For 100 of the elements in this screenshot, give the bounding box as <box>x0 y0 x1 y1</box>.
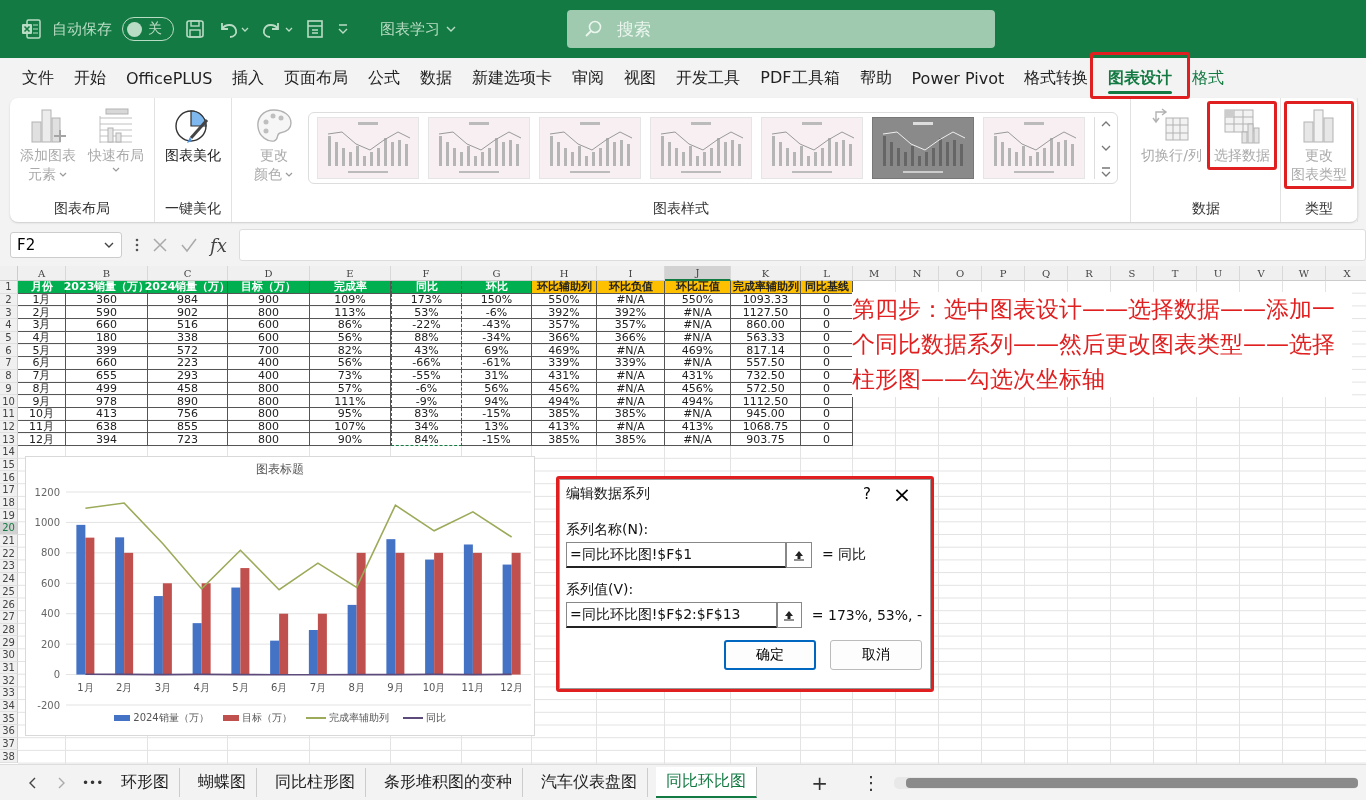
name-box[interactable]: F2 <box>10 232 122 258</box>
sheet-tab[interactable]: 条形堆积图的变种 <box>374 768 524 797</box>
ribbon-tab[interactable]: Power Pivot <box>901 62 1015 94</box>
input-field[interactable]: =同比环比图!$F$2:$F$13 <box>566 602 777 628</box>
ribbon-tab[interactable]: OfficePLUS <box>116 62 223 94</box>
ribbon-button[interactable]: 图表美化 <box>161 104 225 167</box>
column-letter[interactable]: H <box>532 266 597 281</box>
row-number[interactable]: 29 <box>0 636 18 649</box>
bar[interactable] <box>153 596 163 675</box>
dialog-button[interactable]: 确定 <box>724 640 816 670</box>
bar[interactable] <box>270 640 280 675</box>
row-number[interactable]: 16 <box>0 471 18 484</box>
row-number[interactable]: 4 <box>0 319 18 332</box>
row-number[interactable]: 32 <box>0 674 18 687</box>
bar[interactable] <box>395 552 405 675</box>
column-letter[interactable]: K <box>731 266 801 281</box>
column-letter[interactable]: M <box>853 266 896 281</box>
help-button[interactable]: ? <box>852 485 882 503</box>
row-number[interactable]: 17 <box>0 484 18 497</box>
row-number[interactable]: 38 <box>0 750 18 764</box>
row-number[interactable]: 13 <box>0 433 18 446</box>
column-letter[interactable]: V <box>1240 266 1283 281</box>
form-icon[interactable] <box>304 18 326 40</box>
horizontal-scrollbar[interactable] <box>894 776 1358 789</box>
column-letter[interactable]: E <box>310 266 391 281</box>
column-letter[interactable]: Q <box>1025 266 1068 281</box>
ribbon-tab[interactable]: 帮助 <box>849 61 902 95</box>
bar[interactable] <box>308 630 318 675</box>
row-number[interactable]: 23 <box>0 560 18 573</box>
column-letter[interactable]: C <box>148 266 228 281</box>
ribbon-tab[interactable]: 格式 <box>1182 61 1235 95</box>
row-number[interactable]: 20 <box>0 522 18 535</box>
row-number[interactable]: 33 <box>0 687 18 700</box>
ribbon-tab[interactable]: 文件 <box>12 61 64 95</box>
input-field[interactable]: =同比环比图!$F$1 <box>566 542 786 568</box>
ribbon-tab[interactable]: 插入 <box>222 61 275 95</box>
row-number[interactable]: 26 <box>0 598 18 611</box>
bar[interactable] <box>85 537 95 675</box>
sheet-tab[interactable]: 环形图 <box>111 768 181 797</box>
column-letter[interactable]: O <box>939 266 982 281</box>
row-number[interactable]: 3 <box>0 306 18 320</box>
column-letter[interactable]: B <box>66 266 148 281</box>
ribbon-tab[interactable]: 页面布局 <box>274 61 359 95</box>
row-number[interactable]: 35 <box>0 712 18 726</box>
legend-item[interactable]: 完成率辅助列 <box>305 711 389 725</box>
bar[interactable] <box>192 623 202 675</box>
legend-item[interactable]: 目标（万） <box>222 711 292 725</box>
search-field[interactable]: 搜索 <box>567 10 995 48</box>
bar[interactable] <box>347 604 357 675</box>
ribbon-tab[interactable]: 数据 <box>410 61 463 95</box>
save-icon[interactable] <box>184 18 206 40</box>
chart-style-thumbnail[interactable] <box>872 117 975 179</box>
ribbon-tab[interactable]: 新建选项卡 <box>462 61 563 95</box>
row-number[interactable]: 1 <box>0 281 18 294</box>
ribbon-tab[interactable]: 格式转换 <box>1014 61 1099 95</box>
column-letter[interactable]: U <box>1197 266 1240 281</box>
bar[interactable] <box>434 552 444 675</box>
column-letter[interactable]: R <box>1068 266 1111 281</box>
cancel-icon[interactable] <box>152 237 168 253</box>
column-letter[interactable]: J <box>665 266 731 281</box>
more-options-icon[interactable] <box>134 237 140 253</box>
chart-area[interactable]: 图表标题 -200 0 200 400 600 800 1000 1200 1月 2月 3月 4月 5月 6月 7月 8月 9月 10月 11月 12月 2024销量（万） 目标（万） 完成率辅助列 同比 <box>25 456 535 736</box>
range-select-button[interactable] <box>776 602 802 628</box>
sheet-tab[interactable]: 蝴蝶图 <box>188 768 258 797</box>
ribbon-tab[interactable]: 视图 <box>614 61 667 95</box>
ribbon-tab[interactable]: 开始 <box>64 61 116 95</box>
insert-function-button[interactable]: fx <box>210 234 227 256</box>
ribbon-tab[interactable]: 公式 <box>358 61 411 95</box>
column-letter[interactable]: A <box>18 266 66 281</box>
row-number[interactable]: 7 <box>0 357 18 370</box>
row-number[interactable]: 36 <box>0 725 18 738</box>
bar[interactable] <box>317 613 327 675</box>
add-sheet-button[interactable]: + <box>811 770 828 795</box>
sheet-menu-button[interactable]: ⋮ <box>862 772 880 793</box>
customize-caret-icon[interactable] <box>336 22 350 36</box>
column-letter[interactable]: P <box>982 266 1025 281</box>
column-letter[interactable]: G <box>462 266 532 281</box>
formula-field[interactable] <box>238 229 1366 261</box>
range-select-button[interactable] <box>786 542 812 568</box>
bar[interactable] <box>502 564 512 675</box>
line-series[interactable] <box>84 673 513 676</box>
row-number[interactable]: 6 <box>0 344 18 358</box>
ribbon-tab[interactable]: 审阅 <box>562 61 615 95</box>
sheet-tab[interactable]: 汽车仪表盘图 <box>531 768 649 797</box>
bar[interactable] <box>124 552 134 675</box>
column-letter[interactable]: N <box>896 266 939 281</box>
more-sheets-button[interactable]: ••• <box>82 775 104 790</box>
sheet-tab[interactable]: 同比环比图 <box>656 767 758 798</box>
ribbon-tab[interactable]: PDF工具箱 <box>750 61 850 95</box>
column-letter[interactable]: W <box>1283 266 1326 281</box>
row-number[interactable]: 19 <box>0 509 18 523</box>
column-letter[interactable]: X <box>1326 266 1366 281</box>
ribbon-tab[interactable]: 图表设计 <box>1098 61 1183 95</box>
column-letter[interactable]: S <box>1111 266 1154 281</box>
column-letter[interactable]: L <box>801 266 853 281</box>
close-button[interactable]: × <box>882 481 922 507</box>
bar[interactable] <box>356 552 366 675</box>
row-number[interactable]: 10 <box>0 395 18 408</box>
sheet-tab[interactable]: 同比柱形图 <box>265 768 367 797</box>
column-letter[interactable]: F <box>391 266 462 281</box>
